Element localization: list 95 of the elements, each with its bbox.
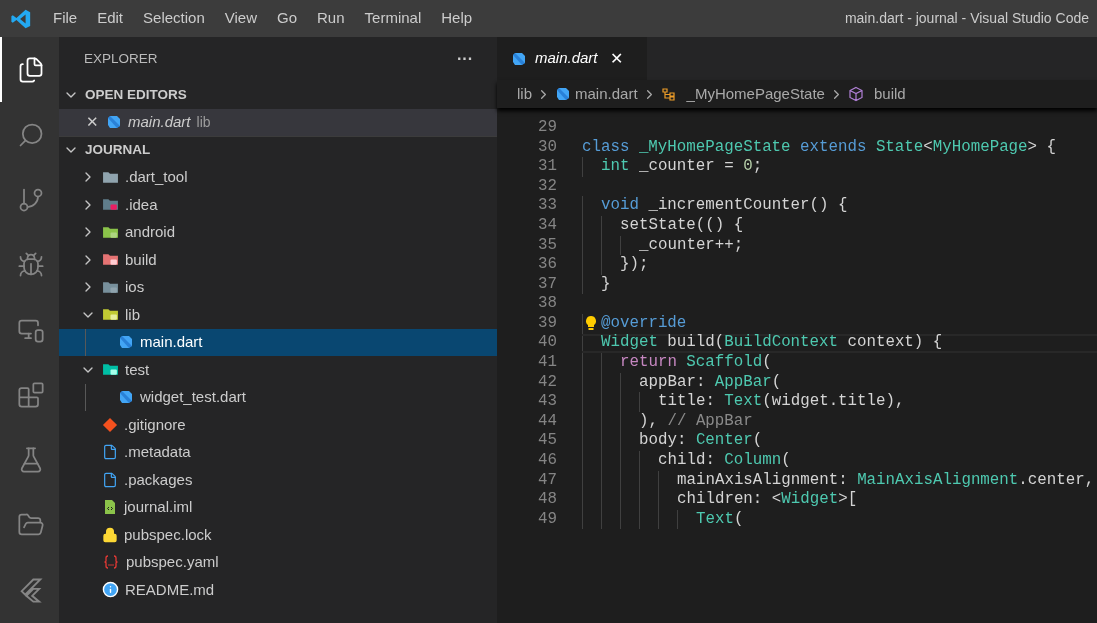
tree-item[interactable]: .gitignore [59,411,497,439]
tree-item[interactable]: main.dart [59,328,497,356]
open-editor-item[interactable]: ✕ main.dart lib [59,108,497,136]
breadcrumb-item[interactable]: lib [517,82,532,106]
code-line: } [601,273,611,295]
extensions-icon [16,381,45,410]
file-icon [102,471,118,488]
tree-item[interactable]: android [59,218,497,246]
tree-item[interactable]: .dart_tool [59,163,497,191]
breadcrumb-item[interactable]: build [873,82,906,106]
code-line: body: Center( [639,430,763,452]
dart-file-icon [555,86,571,102]
app-logo-icon [10,7,32,30]
braces-icon [102,554,120,571]
code-line: mainAxisAlignment: MainAxisAlignment.center, [677,469,1095,491]
menu-item[interactable]: Help [431,0,483,37]
menu-item[interactable]: Run [307,0,355,37]
breadcrumb-item[interactable]: main.dart [575,82,638,106]
line-number: 33 [537,195,558,217]
editor-tab[interactable]: main.dart ✕ [497,37,647,80]
bug-icon [16,250,45,279]
line-number: 37 [537,273,558,295]
dart-file-icon [118,334,134,351]
close-icon[interactable]: ✕ [84,111,100,134]
section-header[interactable]: OPEN EDITORS [59,81,497,109]
menu-item[interactable]: Go [267,0,307,37]
line-number: 49 [537,508,558,530]
code-line: @override [601,312,687,334]
line-number: 40 [537,332,558,354]
tree-item[interactable]: .metadata [59,438,497,466]
code-file-icon [102,499,118,516]
sidebar-title: EXPLORER [84,49,158,68]
line-number: 48 [537,489,558,511]
code-line: void _incrementCounter() { [601,195,848,217]
code-line: child: Column( [658,450,791,472]
code-line: appBar: AppBar( [639,371,782,393]
code-line: }); [620,254,649,276]
code-line: Text( [696,508,744,530]
line-number: 41 [537,352,558,374]
file-path: lib [196,112,211,132]
line-number: 30 [537,136,558,158]
dart-file-icon [118,389,134,406]
tree-item[interactable]: .idea [59,191,497,219]
code-line: setState(() { [620,214,744,236]
line-number: 39 [537,312,558,334]
line-number: 32 [537,175,558,197]
lock-icon [102,526,118,543]
code-line: int _counter = 0; [601,156,763,178]
tree-item[interactable]: widget_test.dart [59,383,497,411]
info-icon [102,581,119,599]
tree-item[interactable]: pubspec.lock [59,521,497,549]
line-number: 29 [537,116,558,138]
file-icon [102,444,118,461]
code-line: children: <Widget>[ [677,489,858,511]
menu-item[interactable]: Terminal [354,0,432,37]
line-number: 44 [537,410,558,432]
line-number: 38 [537,293,558,315]
tree-item[interactable]: pubspec.yaml [59,548,497,576]
code-line: _counter++; [639,234,744,256]
line-number: 36 [537,254,558,276]
menu-item[interactable]: View [214,0,267,37]
line-number: 46 [537,450,558,472]
menu-item[interactable]: File [43,0,88,37]
breadcrumb-item[interactable]: _MyHomePageState [686,82,825,106]
window-title: main.dart - journal - Visual Studio Code [844,9,1090,28]
file-name: main.dart [128,112,191,132]
code-line: class _MyHomePageState extends State<MyHomePage> { [582,136,1057,158]
tree-item[interactable]: README.md [59,576,497,604]
tree-item[interactable]: build [59,246,497,274]
line-number: 35 [537,234,558,256]
tree-item[interactable]: lib [59,301,497,329]
lightbulb-icon[interactable] [585,314,597,331]
tree-item[interactable]: ios [59,273,497,301]
code-line: ), // AppBar [639,410,753,432]
code-line: return Scaffold( [620,352,772,374]
line-number: 42 [537,371,558,393]
close-icon[interactable]: ✕ [609,46,623,71]
menu-item[interactable]: Edit [87,0,134,37]
class-icon [660,86,677,102]
line-number: 47 [537,469,558,491]
line-number: 43 [537,391,558,413]
dart-file-icon [511,50,527,67]
section-header[interactable]: JOURNAL [59,136,497,164]
cube-icon [847,86,864,102]
tree-item[interactable]: journal.iml [59,493,497,521]
tree-item[interactable]: .packages [59,466,497,494]
dart-file-icon [106,114,122,131]
code-line: Widget build(BuildContext context) { [601,332,943,354]
more-actions-button[interactable]: ··· [457,47,473,71]
line-number: 45 [537,430,558,452]
tree-item[interactable]: test [59,356,497,384]
code-line: title: Text(widget.title), [658,391,905,413]
menu-item[interactable]: Selection [133,0,215,37]
line-number: 31 [537,156,558,178]
line-number: 34 [537,214,558,236]
